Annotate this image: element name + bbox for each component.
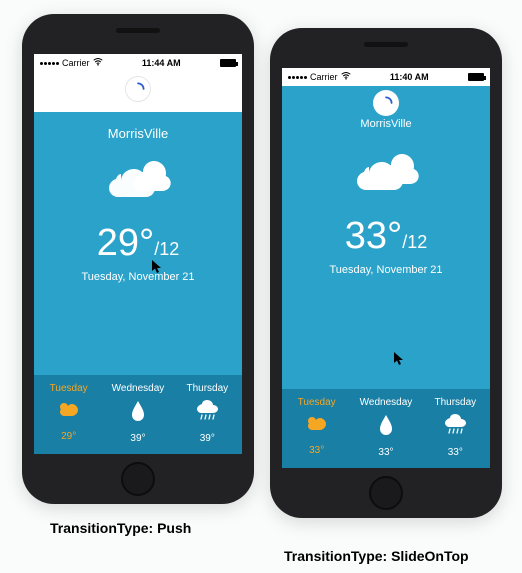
cloud-sun-icon — [304, 414, 330, 439]
forecast-day-label: Wednesday — [360, 397, 413, 408]
cloud-sun-icon — [56, 400, 82, 425]
temp-low: /12 — [154, 239, 179, 259]
phone-mockup-left: Carrier 11:44 AM MorrisVille — [22, 14, 254, 504]
home-button[interactable] — [121, 462, 155, 496]
screen-left: Carrier 11:44 AM MorrisVille — [34, 54, 242, 454]
caption-right: TransitionType: SlideOnTop — [284, 548, 469, 564]
phone-speaker — [116, 28, 160, 33]
phone-mockup-right: Carrier 11:40 AM MorrisVille — [270, 28, 502, 518]
forecast-day-thursday[interactable]: Thursday 39° — [173, 375, 242, 454]
loading-spinner-icon — [125, 76, 151, 102]
clock-label: 11:44 AM — [142, 58, 181, 68]
forecast-day-label: Thursday — [186, 383, 228, 394]
weather-main: MorrisVille 29°/12 Tuesday, November 21 — [34, 112, 242, 375]
rain-icon — [194, 400, 220, 427]
caption-left: TransitionType: Push — [50, 520, 191, 536]
clouds-icon — [34, 159, 242, 210]
temp-low: /12 — [402, 232, 427, 252]
forecast-temp: 39° — [130, 433, 145, 444]
phone-speaker — [364, 42, 408, 47]
signal-dots-icon — [288, 76, 307, 79]
clouds-icon — [282, 152, 490, 203]
forecast-day-label: Thursday — [434, 397, 476, 408]
forecast-row: Tuesday 29° Wednesday 39° Thursday — [34, 375, 242, 454]
forecast-day-thursday[interactable]: Thursday 33° — [421, 389, 490, 468]
header-area-blue: MorrisVille — [282, 86, 490, 140]
location-label: MorrisVille — [34, 126, 242, 141]
status-bar: Carrier 11:40 AM — [282, 68, 490, 86]
forecast-day-wednesday[interactable]: Wednesday 33° — [351, 389, 420, 468]
forecast-temp: 33° — [448, 447, 463, 458]
forecast-temp: 33° — [309, 445, 324, 456]
battery-icon — [468, 73, 484, 81]
forecast-day-label: Tuesday — [50, 383, 88, 394]
forecast-day-label: Wednesday — [112, 383, 165, 394]
battery-icon — [220, 59, 236, 67]
date-label: Tuesday, November 21 — [282, 264, 490, 276]
droplet-icon — [130, 400, 146, 427]
carrier-label: Carrier — [62, 58, 90, 68]
date-label: Tuesday, November 21 — [34, 271, 242, 283]
wifi-icon — [341, 72, 351, 82]
temp-high: 29° — [97, 222, 154, 264]
forecast-temp: 29° — [61, 431, 76, 442]
forecast-day-label: Tuesday — [298, 397, 336, 408]
forecast-temp: 39° — [200, 433, 215, 444]
forecast-row: Tuesday 33° Wednesday 33° Thursday — [282, 389, 490, 468]
forecast-day-tuesday[interactable]: Tuesday 33° — [282, 389, 351, 468]
droplet-icon — [378, 414, 394, 441]
rain-icon — [442, 414, 468, 441]
carrier-label: Carrier — [310, 72, 338, 82]
forecast-day-tuesday[interactable]: Tuesday 29° — [34, 375, 103, 454]
header-area — [34, 72, 242, 112]
loading-spinner-icon — [373, 90, 399, 116]
screen-right: Carrier 11:40 AM MorrisVille — [282, 68, 490, 468]
weather-main: 33°/12 Tuesday, November 21 — [282, 140, 490, 389]
home-button[interactable] — [369, 476, 403, 510]
forecast-day-wednesday[interactable]: Wednesday 39° — [103, 375, 172, 454]
temperature: 29°/12 — [34, 222, 242, 265]
temperature: 33°/12 — [282, 215, 490, 258]
status-bar: Carrier 11:44 AM — [34, 54, 242, 72]
forecast-temp: 33° — [378, 447, 393, 458]
signal-dots-icon — [40, 62, 59, 65]
location-label: MorrisVille — [282, 118, 490, 130]
clock-label: 11:40 AM — [390, 72, 429, 82]
temp-high: 33° — [345, 215, 402, 257]
wifi-icon — [93, 58, 103, 68]
